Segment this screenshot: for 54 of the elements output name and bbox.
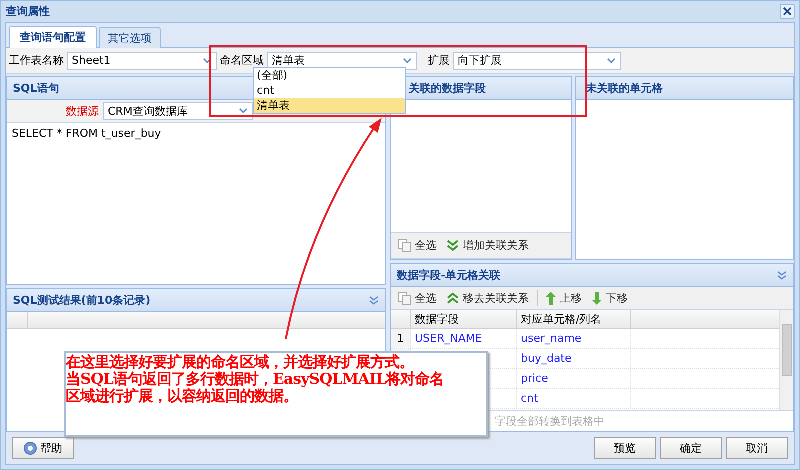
named-range-dropdown[interactable]: 清单表: [267, 52, 417, 70]
toolbar-button[interactable]: 全选: [396, 288, 439, 308]
table-cell: cnt: [521, 392, 538, 405]
field-label: 命名区域: [220, 53, 264, 68]
arrow-up-icon: [546, 292, 556, 304]
close-icon: [783, 7, 792, 16]
dialog-button[interactable]: 确定: [660, 437, 722, 459]
arrow-down-icon: [592, 292, 602, 304]
caret-icon: [403, 58, 412, 64]
toolbar-button[interactable]: 增加关联关系: [445, 236, 531, 255]
sql-query-text[interactable]: SELECT * FROM t_user_buy: [12, 127, 162, 140]
datasource-dropdown[interactable]: CRM查询数据库: [103, 102, 253, 120]
field-label: 数据源: [66, 104, 99, 118]
table-cell: user_name: [521, 332, 582, 345]
callout-text: 当SQL语句返回了多行数据时，EasySQLMAIL将对命名: [66, 371, 444, 388]
panel-header: 数据字段-单元格关联: [391, 264, 793, 287]
collapse-icon[interactable]: [777, 270, 787, 280]
dropdown-option[interactable]: 清单表: [254, 98, 405, 113]
help-icon: [24, 442, 36, 454]
window-title: 查询属性: [6, 4, 50, 19]
toolbar-button[interactable]: 下移: [590, 288, 630, 308]
table-cell: buy_date: [521, 352, 572, 365]
expand-dropdown[interactable]: 向下扩展: [453, 52, 621, 70]
caret-icon: [239, 108, 248, 114]
caret-icon: [203, 58, 212, 64]
hint-text: 字段全部转换到表格中: [495, 414, 605, 428]
help-button[interactable]: 帮助: [12, 437, 74, 459]
callout-text: 区域进行扩展，以容纳返回的数据。: [66, 388, 298, 405]
close-button[interactable]: [780, 4, 795, 19]
dialog-button[interactable]: 取消: [726, 437, 788, 459]
table-cell: price: [521, 372, 548, 385]
scrollbar[interactable]: [779, 310, 793, 410]
double-chevron-down-icon: [447, 240, 459, 252]
caret-icon: [607, 58, 616, 64]
toolbar-button[interactable]: 全选: [396, 236, 439, 255]
sheet-dropdown[interactable]: Sheet1: [67, 52, 217, 70]
copy-icon: [398, 292, 411, 304]
panel-header: SQL测试结果(前10条记录): [7, 289, 385, 312]
field-label: 工作表名称: [9, 53, 64, 68]
row-number: 1: [397, 332, 404, 345]
column-header: 数据字段: [411, 310, 517, 328]
column-header: 对应单元格/列名: [517, 310, 631, 328]
collapse-icon[interactable]: [369, 296, 379, 304]
callout-text: 在这里选择好要扩展的命名区域，并选择好扩展方式。: [66, 354, 414, 371]
panel-header: 未关联的单元格: [576, 77, 793, 100]
tab[interactable]: 其它选项: [99, 27, 161, 48]
tab[interactable]: 查询语句配置: [9, 26, 97, 48]
toolbar-button[interactable]: 上移: [544, 288, 584, 308]
dialog-button[interactable]: 预览: [594, 437, 656, 459]
toolbar-button[interactable]: 移去关联关系: [445, 288, 531, 308]
table-cell: USER_NAME: [415, 332, 482, 345]
double-chevron-up-icon: [447, 292, 459, 304]
copy-icon: [398, 239, 411, 252]
field-label: 扩展: [428, 53, 450, 68]
